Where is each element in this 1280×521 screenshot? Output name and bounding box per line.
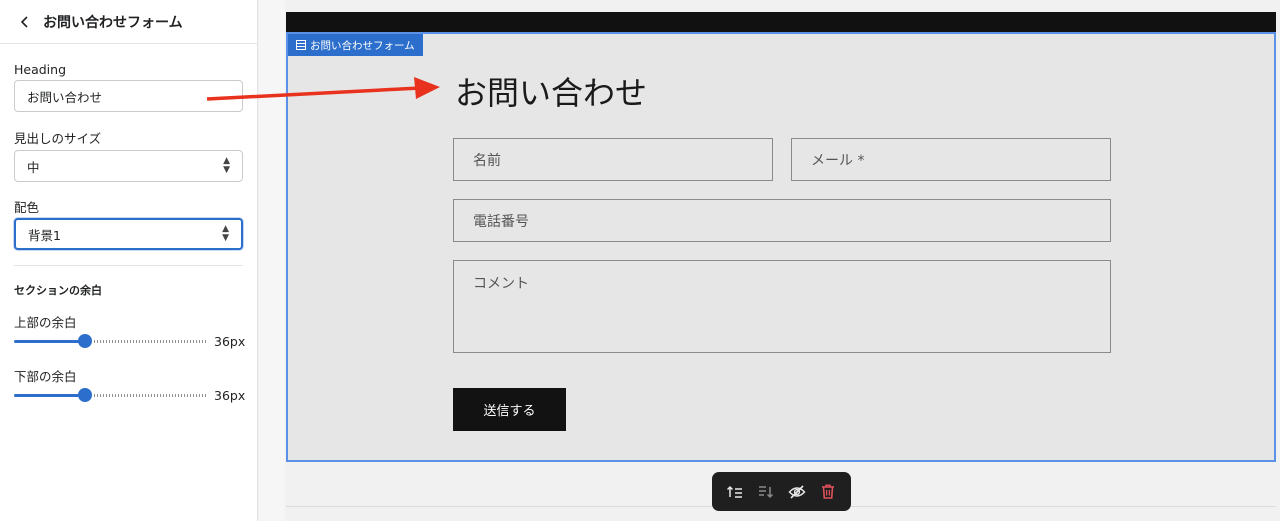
settings-sidebar: お問い合わせフォーム Heading お問い合わせ 見出しのサイズ 中 ▲ ▼ 配…: [0, 0, 258, 521]
delete-button[interactable]: [817, 481, 839, 503]
section-tag-label: お問い合わせフォーム: [310, 39, 415, 52]
move-up-button[interactable]: [724, 481, 746, 503]
heading-input[interactable]: お問い合わせ: [14, 80, 243, 112]
name-field[interactable]: 名前: [453, 138, 773, 181]
hide-icon: [788, 484, 806, 499]
move-up-icon: [727, 485, 743, 498]
section-tag[interactable]: お問い合わせフォーム: [288, 34, 423, 56]
delete-icon: [821, 484, 834, 499]
form-heading: お問い合わせ: [455, 74, 648, 112]
bottom-padding-slider[interactable]: [14, 388, 206, 402]
section-padding-title: セクションの余白: [14, 284, 102, 297]
chevron-left-icon: [20, 15, 28, 28]
slider-thumb[interactable]: [78, 334, 92, 348]
move-down-icon: [759, 485, 774, 498]
comment-placeholder: コメント: [473, 276, 529, 292]
preview-gutter: [259, 0, 285, 521]
select-arrows-icon: ▲ ▼: [222, 224, 229, 243]
slider-track: [94, 394, 206, 397]
select-arrows-icon: ▲ ▼: [223, 156, 230, 175]
hide-button[interactable]: [786, 481, 808, 503]
bottom-padding-label: 下部の余白: [14, 369, 77, 384]
slider-fill: [14, 394, 85, 397]
sidebar-title: お問い合わせフォーム: [43, 14, 183, 31]
bottom-padding-value: 36px: [214, 388, 246, 403]
previous-section-bar: [286, 12, 1276, 32]
comment-field[interactable]: コメント: [453, 260, 1111, 353]
move-down-button[interactable]: [755, 481, 777, 503]
heading-size-select[interactable]: 中 ▲ ▼: [14, 150, 243, 182]
submit-button[interactable]: 送信する: [453, 388, 566, 431]
color-scheme-select[interactable]: 背景1 ▲ ▼: [14, 218, 243, 250]
heading-label: Heading: [14, 62, 67, 77]
divider: [14, 265, 243, 266]
slider-track: [94, 340, 206, 343]
sidebar-header: お問い合わせフォーム: [0, 0, 257, 44]
color-scheme-value: 背景1: [28, 227, 61, 243]
slider-thumb[interactable]: [78, 388, 92, 402]
top-padding-value: 36px: [214, 334, 246, 349]
phone-field[interactable]: 電話番号: [453, 199, 1111, 242]
slider-fill: [14, 340, 85, 343]
heading-size-label: 見出しのサイズ: [14, 131, 102, 146]
top-padding-label: 上部の余白: [14, 315, 77, 330]
phone-placeholder: 電話番号: [473, 213, 529, 230]
color-scheme-label: 配色: [14, 200, 40, 215]
email-placeholder: メール *: [811, 152, 865, 169]
top-padding-slider[interactable]: [14, 334, 206, 348]
section-grid-icon: [296, 40, 306, 50]
back-button[interactable]: [16, 13, 34, 31]
contact-form-section[interactable]: お問い合わせフォーム お問い合わせ 名前 メール * 電話番号 コメント 送信す…: [286, 32, 1276, 462]
name-placeholder: 名前: [473, 152, 501, 169]
heading-size-value: 中: [27, 159, 40, 175]
heading-input-value: お問い合わせ: [27, 89, 103, 105]
email-field[interactable]: メール *: [791, 138, 1111, 181]
section-toolbar: [712, 472, 851, 511]
